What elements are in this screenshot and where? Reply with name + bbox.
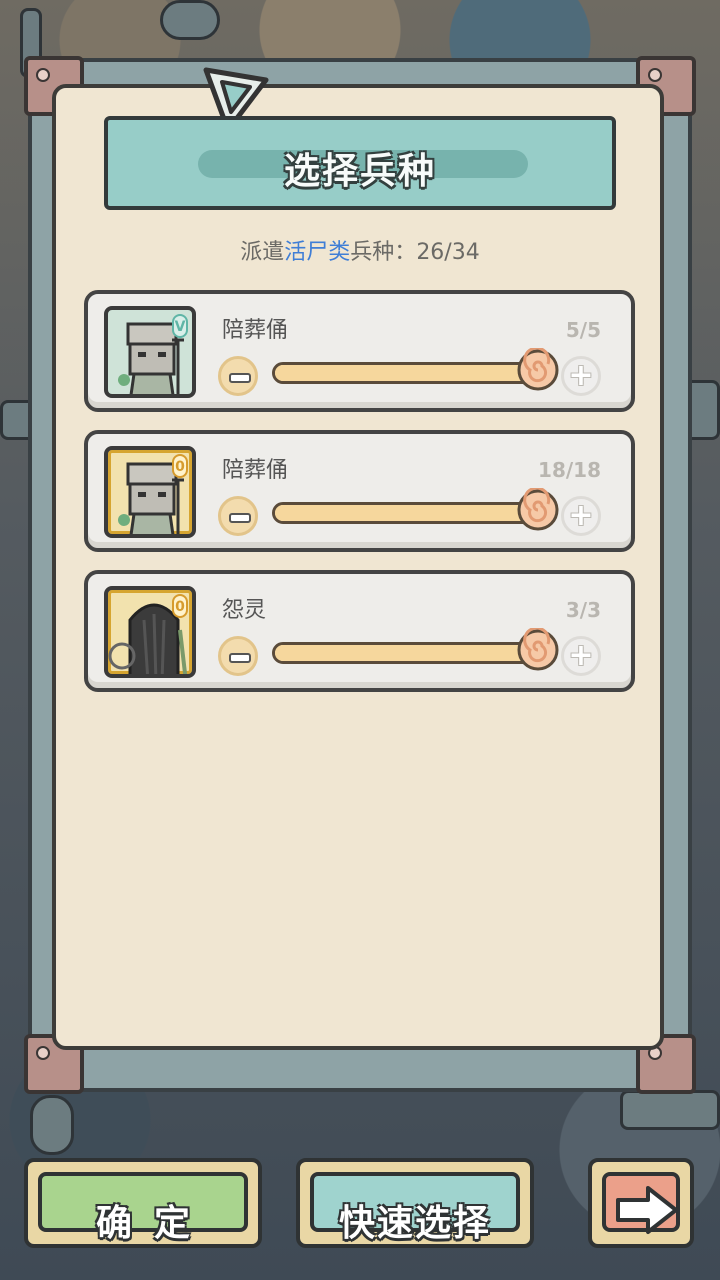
rank-badge: 0 — [172, 454, 188, 478]
increase-button[interactable]: + — [561, 356, 601, 396]
unit-count-slider[interactable] — [272, 642, 538, 664]
slider-knob-icon[interactable] — [516, 488, 560, 532]
unit-row: 0 怨灵 3/3 + — [84, 570, 635, 692]
unit-row: V 陪葬俑 5/5 + — [84, 290, 635, 412]
unit-name: 陪葬俑 — [222, 458, 289, 483]
unit-count-slider[interactable] — [272, 362, 538, 384]
unit-count-slider[interactable] — [272, 502, 538, 524]
slider-knob-icon[interactable] — [516, 628, 560, 672]
unit-portrait[interactable]: 0 — [104, 586, 196, 678]
page-title: 选择兵种 — [283, 151, 436, 192]
plus-icon: + — [568, 638, 594, 673]
dispatch-count: 26/34 — [416, 240, 480, 265]
decrease-button[interactable] — [218, 356, 258, 396]
quick-select-button-label: 快速选择 — [338, 1203, 491, 1244]
plus-icon: + — [568, 498, 594, 533]
dispatch-category: 活尸类 — [284, 240, 351, 265]
dispatch-summary: 派遣活尸类兵种：26/34 — [240, 240, 480, 265]
confirm-button-label: 确定 — [95, 1203, 212, 1244]
arrow-right-icon — [616, 1186, 678, 1234]
slider-knob-icon[interactable] — [516, 348, 560, 392]
unit-portrait[interactable]: V — [104, 306, 196, 398]
increase-button[interactable]: + — [561, 496, 601, 536]
plus-icon: + — [568, 358, 594, 393]
increase-button[interactable]: + — [561, 636, 601, 676]
panel-paper — [52, 84, 664, 1050]
unit-count: 3/3 — [565, 598, 601, 622]
rank-badge: 0 — [172, 594, 188, 618]
decrease-button[interactable] — [218, 496, 258, 536]
unit-name: 陪葬俑 — [222, 318, 289, 343]
title-banner: 选择兵种 — [104, 116, 616, 210]
unit-count: 5/5 — [565, 318, 601, 342]
quick-select-button[interactable]: 快速选择 — [296, 1158, 534, 1248]
next-button[interactable] — [588, 1158, 694, 1248]
unit-row: 0 陪葬俑 18/18 + — [84, 430, 635, 552]
unit-portrait[interactable]: 0 — [104, 446, 196, 538]
rank-badge: V — [172, 314, 188, 338]
decrease-button[interactable] — [218, 636, 258, 676]
confirm-button[interactable]: 确定 — [24, 1158, 262, 1248]
unit-count: 18/18 — [538, 458, 601, 482]
unit-name: 怨灵 — [222, 598, 267, 623]
